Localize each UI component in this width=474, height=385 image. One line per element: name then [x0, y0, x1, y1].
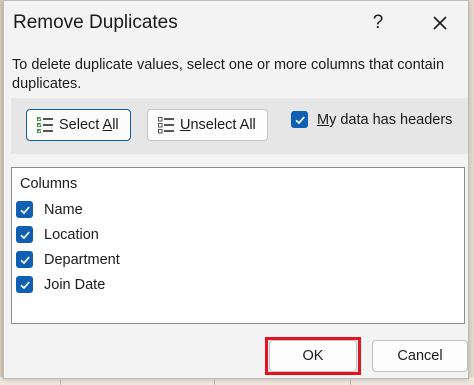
checkbox-checked-icon: [16, 201, 33, 218]
column-item-name[interactable]: Name: [16, 201, 83, 218]
column-item-label: Department: [44, 251, 120, 268]
unselect-all-button[interactable]: Unselect All: [147, 109, 268, 141]
close-button[interactable]: [418, 5, 462, 41]
grid-line: [350, 380, 351, 385]
grid-line: [214, 380, 215, 385]
dialog-title: Remove Duplicates: [13, 12, 178, 33]
cancel-button[interactable]: Cancel: [372, 340, 468, 372]
my-data-has-headers-label: My data has headers: [317, 111, 453, 128]
my-data-has-headers-checkbox[interactable]: My data has headers: [291, 111, 452, 128]
select-all-icon: [37, 117, 53, 133]
column-item-label: Location: [44, 226, 99, 243]
checkbox-checked-icon: [16, 276, 33, 293]
help-icon: ?: [372, 12, 384, 33]
checkbox-checked-icon: [16, 251, 33, 268]
checkbox-checked-icon: [16, 226, 33, 243]
column-item-department[interactable]: Department: [16, 251, 120, 268]
help-button[interactable]: ?: [356, 5, 400, 41]
select-all-button[interactable]: Select All: [26, 109, 131, 141]
dialog-description: To delete duplicate values, select one o…: [12, 57, 445, 92]
select-all-label: Select All: [59, 117, 119, 133]
ok-button[interactable]: OK: [269, 340, 357, 372]
column-item-label: Join Date: [44, 276, 106, 293]
grid-line: [60, 380, 61, 385]
remove-duplicates-dialog: Remove Duplicates ? To delete duplicate …: [3, 0, 469, 379]
close-icon: [433, 16, 447, 30]
column-item-label: Name: [44, 201, 83, 218]
column-item-join-date[interactable]: Join Date: [16, 276, 105, 293]
columns-header: Columns: [20, 176, 78, 192]
unselect-all-icon: [158, 117, 174, 134]
checkbox-checked-icon: [291, 111, 308, 128]
column-item-location[interactable]: Location: [16, 226, 99, 243]
columns-list: Columns Name Location Department Join Da…: [11, 167, 465, 324]
selection-toolbar: Select All Unselect All My data has head…: [11, 98, 468, 154]
unselect-all-label: Unselect All: [180, 117, 256, 133]
